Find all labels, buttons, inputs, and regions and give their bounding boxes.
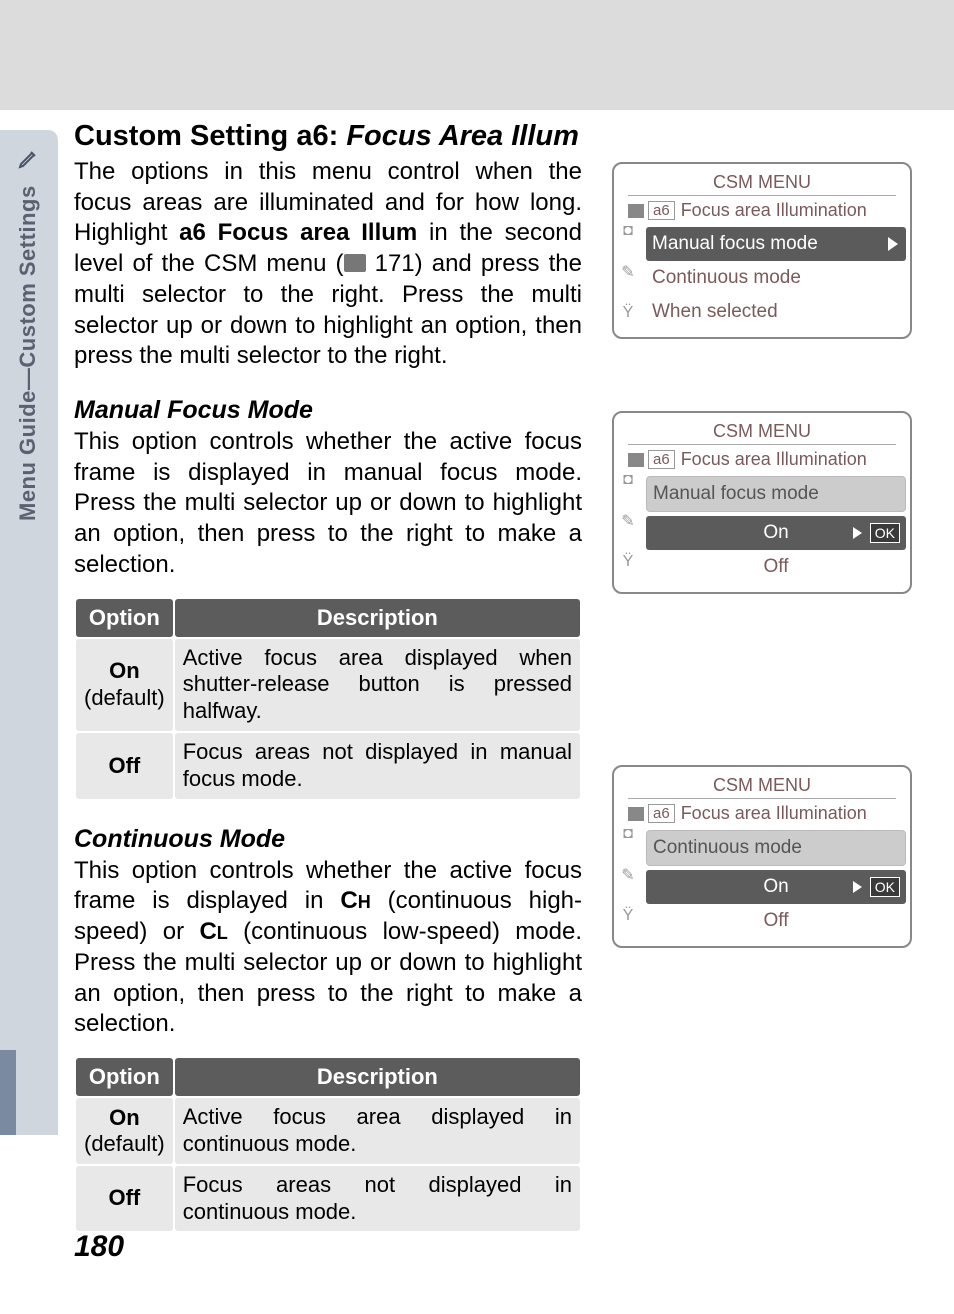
chevron-right-icon [853,527,862,539]
cont-cl: C [199,918,216,945]
chevron-right-icon [853,881,862,893]
screen-title: CSM MENU [628,421,896,445]
submenu-header: Continuous mode [646,830,906,866]
cont-ch-sub: H [358,892,371,912]
ok-badge: OK [870,877,900,897]
menu-item-when-selected[interactable]: When selected [646,295,906,329]
page-title: Custom Setting a6: Focus Area Illum [74,120,582,153]
screen-idx: a6 [648,201,675,220]
intro-paragraph: The options in this menu control when th… [74,157,582,372]
opt-off: Off [76,733,173,799]
screen-title: CSM MENU [628,172,896,196]
opt-off-desc: Focus areas not displayed in continuous … [175,1166,580,1232]
manual-heading: Manual Focus Mode [74,396,582,425]
table-row: On(default) Active focus area displayed … [76,1098,580,1164]
sidebar-section-label: Menu Guide—Custom Settings [6,145,50,525]
menu-item-continuous[interactable]: Continuous mode [646,261,906,295]
table-row: Off Focus areas not displayed in manual … [76,733,580,799]
option-label: On [763,876,788,897]
screen-icon-column: ◘ ✎ Ÿ [618,825,638,925]
title-italic: Focus Area Illum [346,120,579,152]
ok-badge: OK [870,523,900,543]
pencil-icon: ✎ [621,865,634,885]
opt-off-desc: Focus areas not displayed in manual focu… [175,733,580,799]
cont-cl-sub: L [217,923,228,943]
option-off[interactable]: Off [646,550,906,584]
menu-item-manual-focus[interactable]: Manual focus mode [646,227,906,261]
screen-subtitle: a6 Focus area Illumination [628,803,906,824]
continuous-heading: Continuous Mode [74,825,582,854]
page-top-band [0,0,954,110]
screen-idx: a6 [648,450,675,469]
chevron-right-icon [888,237,898,251]
table-row: On(default) Active focus area displayed … [76,639,580,731]
screen-sub-text: Focus area Illumination [681,449,867,469]
screen-idx: a6 [648,804,675,823]
csm-screen-continuous: CSM MENU a6 Focus area Illumination ◘ ✎ Ÿ… [612,765,912,948]
play-icon [628,807,644,821]
camera-icon: ◘ [623,222,633,240]
continuous-options-table: Option Description On(default) Active fo… [74,1056,582,1233]
screen-subtitle: a6 Focus area Illumination [628,449,906,470]
opt-on-desc: Active focus area displayed when shutter… [175,639,580,731]
item-label: Manual focus mode [652,233,818,254]
option-on-selected[interactable]: On OK [646,870,906,904]
screen-sub-text: Focus area Illumination [681,803,867,823]
manual-body: This option controls whether the active … [74,427,582,581]
csm-screen-main: CSM MENU a6 Focus area Illumination ◘ ✎ Ÿ… [612,162,912,339]
option-label: On [763,522,788,543]
continuous-body: This option controls whether the active … [74,856,582,1040]
pencil-icon: ✎ [621,511,634,531]
title-prefix: Custom Setting a6: [74,120,346,152]
table-row: Off Focus areas not displayed in continu… [76,1166,580,1232]
sidebar-accent-bar [0,1050,16,1135]
pencil-icon: ✎ [621,262,634,282]
opt-on-desc: Active focus area displayed in continuou… [175,1098,580,1164]
screen-subtitle: a6 Focus area Illumination [628,200,906,221]
opt-on: On [109,1105,140,1130]
screen-icon-column: ◘ ✎ Ÿ [618,222,638,322]
wrench-icon: Ÿ [623,304,634,322]
wrench-icon: Ÿ [623,907,634,925]
manual-options-table: Option Description On(default) Active fo… [74,597,582,801]
opt-on: On [109,658,140,683]
col-option: Option [76,1058,173,1096]
manual-ref-icon [344,254,366,272]
col-description: Description [175,1058,580,1096]
opt-default: (default) [84,685,165,711]
play-icon [628,453,644,467]
col-option: Option [76,599,173,637]
option-off[interactable]: Off [646,904,906,938]
camera-icon: ◘ [623,471,633,489]
intro-bold: a6 Focus area Illum [179,219,417,246]
screen-title: CSM MENU [628,775,896,799]
screen-sub-text: Focus area Illumination [681,200,867,220]
screen-icon-column: ◘ ✎ Ÿ [618,471,638,571]
play-icon [628,204,644,218]
wrench-icon: Ÿ [623,553,634,571]
csm-screen-manual: CSM MENU a6 Focus area Illumination ◘ ✎ Ÿ… [612,411,912,594]
opt-default: (default) [84,1131,165,1157]
camera-icon: ◘ [623,825,633,843]
cont-ch: C [340,887,357,914]
col-description: Description [175,599,580,637]
option-on-selected[interactable]: On OK [646,516,906,550]
opt-off: Off [76,1166,173,1232]
submenu-header: Manual focus mode [646,476,906,512]
page-number: 180 [74,1230,124,1264]
